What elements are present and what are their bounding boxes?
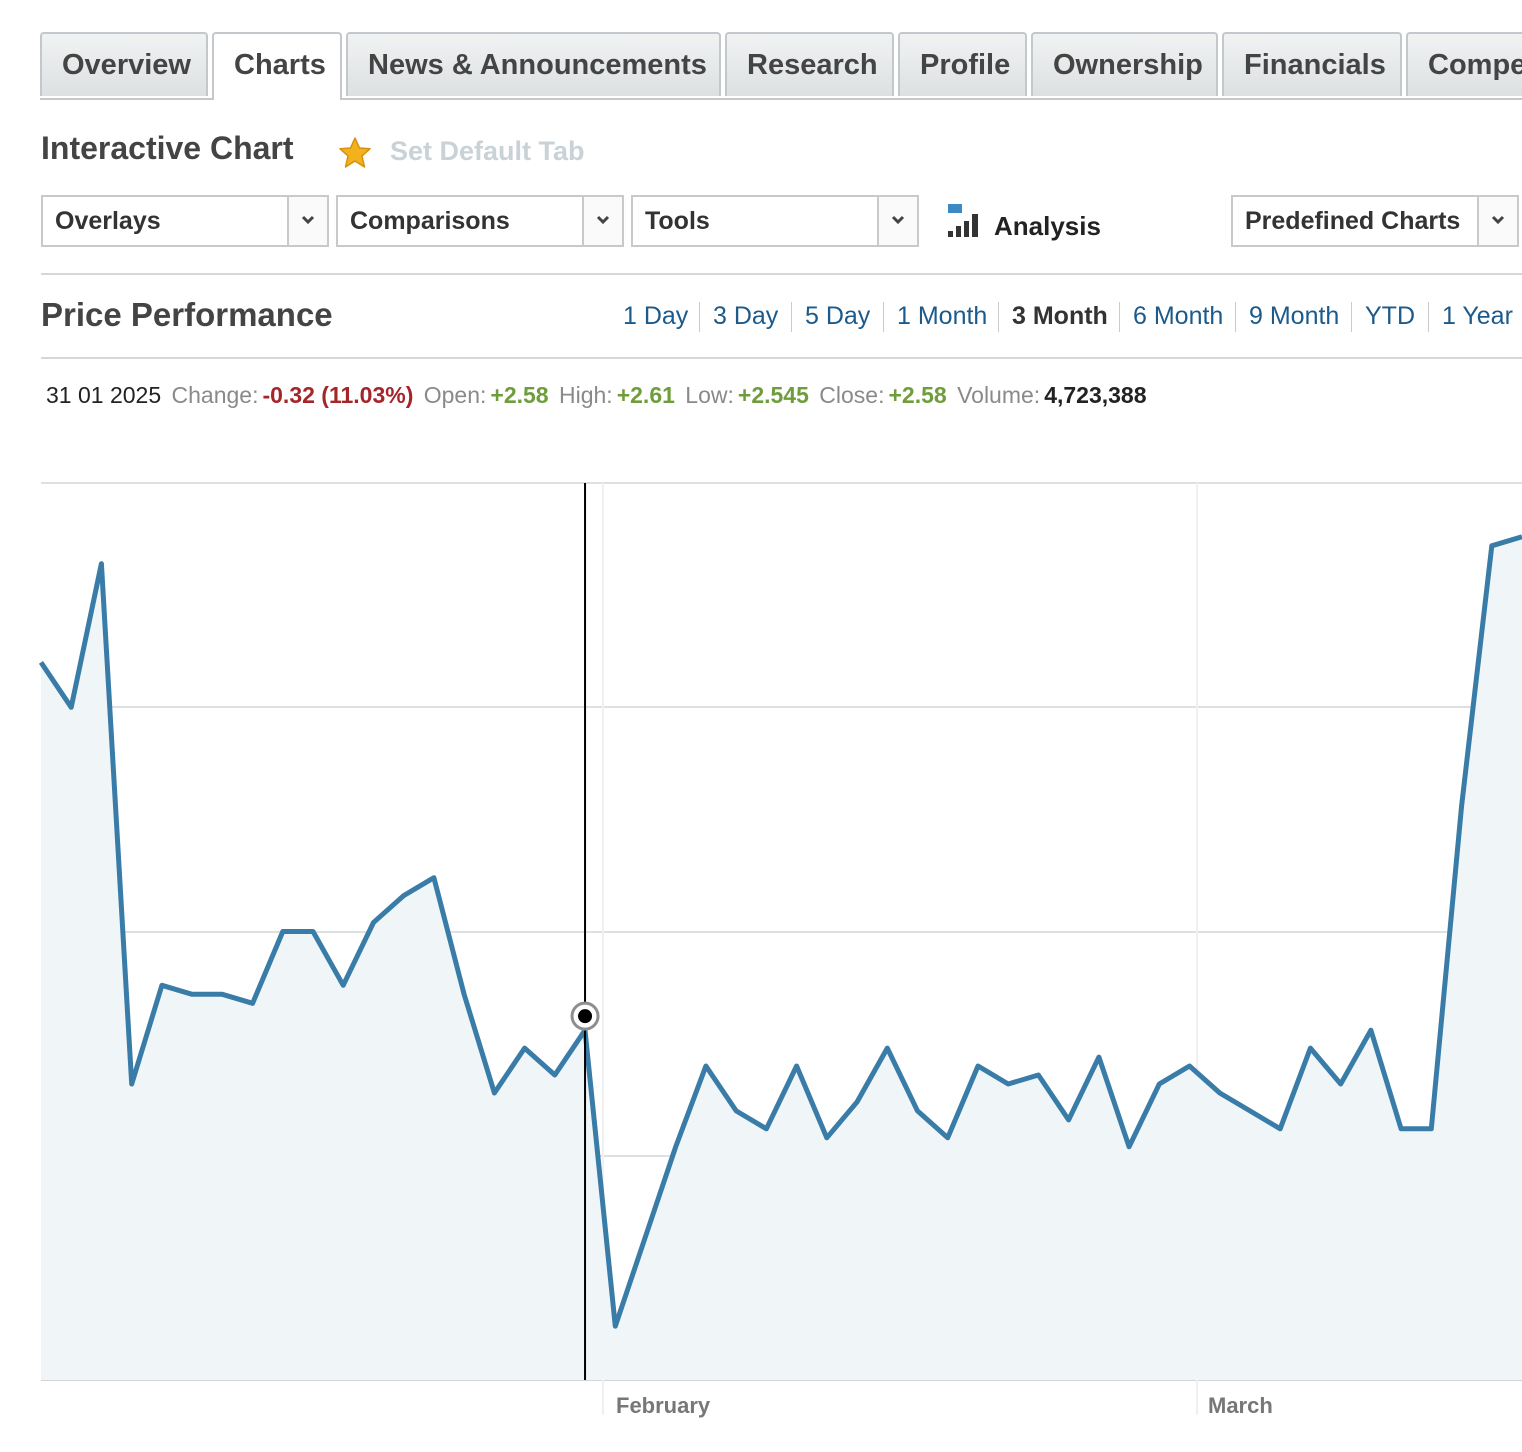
price-performance-title: Price Performance [41, 296, 333, 333]
period-separator [1351, 302, 1352, 332]
set-default-tab-link[interactable]: Set Default Tab [390, 136, 585, 167]
overlays-label: Overlays [55, 207, 161, 235]
period-separator [1235, 302, 1236, 332]
chevron-down-icon [1477, 197, 1517, 245]
low-label: Low: [685, 382, 734, 408]
divider [41, 357, 1522, 359]
period-separator [699, 302, 700, 332]
tab-bar: Overview Charts News & Announcements Res… [40, 32, 1522, 100]
price-area [41, 536, 1522, 1380]
high-value: +2.61 [616, 382, 675, 408]
open-value: +2.58 [490, 382, 549, 408]
chevron-down-icon [582, 197, 622, 245]
change-value: -0.32 (11.03%) [262, 382, 414, 408]
period-separator [1428, 302, 1429, 332]
period-1-month[interactable]: 1 Month [897, 302, 987, 331]
x-axis-label-march: March [1208, 1393, 1273, 1418]
period-1-year[interactable]: 1 Year [1442, 302, 1513, 331]
tab-ownership[interactable]: Ownership [1031, 32, 1218, 96]
tab-competitors[interactable]: Compe [1406, 32, 1522, 96]
divider [41, 273, 1522, 275]
period-9-month[interactable]: 9 Month [1249, 302, 1339, 331]
tab-financials[interactable]: Financials [1222, 32, 1402, 96]
volume-label: Volume: [957, 382, 1041, 408]
overlays-select[interactable]: Overlays [41, 195, 329, 247]
low-value: +2.545 [737, 382, 809, 408]
predefined-charts-select[interactable]: Predefined Charts [1231, 195, 1519, 247]
page-title: Interactive Chart [41, 130, 294, 166]
analysis-button[interactable]: Analysis [994, 211, 1101, 242]
change-label: Change: [171, 382, 259, 408]
period-6-month[interactable]: 6 Month [1133, 302, 1223, 331]
period-separator [791, 302, 792, 332]
close-value: +2.58 [888, 382, 947, 408]
close-label: Close: [819, 382, 885, 408]
star-icon[interactable] [337, 136, 373, 170]
comparisons-label: Comparisons [350, 207, 510, 235]
quote-date: 31 01 2025 [46, 382, 162, 408]
period-separator [1119, 302, 1120, 332]
analysis-chart-icon[interactable] [946, 202, 982, 238]
period-3-day[interactable]: 3 Day [713, 302, 778, 331]
period-separator [883, 302, 884, 332]
volume-value: 4,723,388 [1044, 382, 1147, 408]
period-1-day[interactable]: 1 Day [623, 302, 688, 331]
tab-charts[interactable]: Charts [212, 32, 342, 100]
tab-overview[interactable]: Overview [40, 32, 208, 96]
x-axis-label-february: February [616, 1393, 711, 1418]
period-5-day[interactable]: 5 Day [805, 302, 870, 331]
price-chart[interactable]: February March [0, 440, 1522, 1440]
tab-profile[interactable]: Profile [898, 32, 1027, 96]
chevron-down-icon [287, 197, 327, 245]
chevron-down-icon [877, 197, 917, 245]
predefined-charts-label: Predefined Charts [1245, 207, 1461, 235]
crosshair-marker-dot [578, 1009, 593, 1024]
quote-info-line: 31 01 2025 Change: -0.32 (11.03%) Open: +2… [46, 382, 1151, 409]
open-label: Open: [423, 382, 487, 408]
period-separator [998, 302, 999, 332]
tools-select[interactable]: Tools [631, 195, 919, 247]
tab-news-announcements[interactable]: News & Announcements [346, 32, 721, 96]
tab-research[interactable]: Research [725, 32, 894, 96]
comparisons-select[interactable]: Comparisons [336, 195, 624, 247]
tools-label: Tools [645, 207, 710, 235]
period-ytd[interactable]: YTD [1365, 302, 1415, 331]
period-3-month[interactable]: 3 Month [1012, 302, 1108, 331]
high-label: High: [559, 382, 613, 408]
